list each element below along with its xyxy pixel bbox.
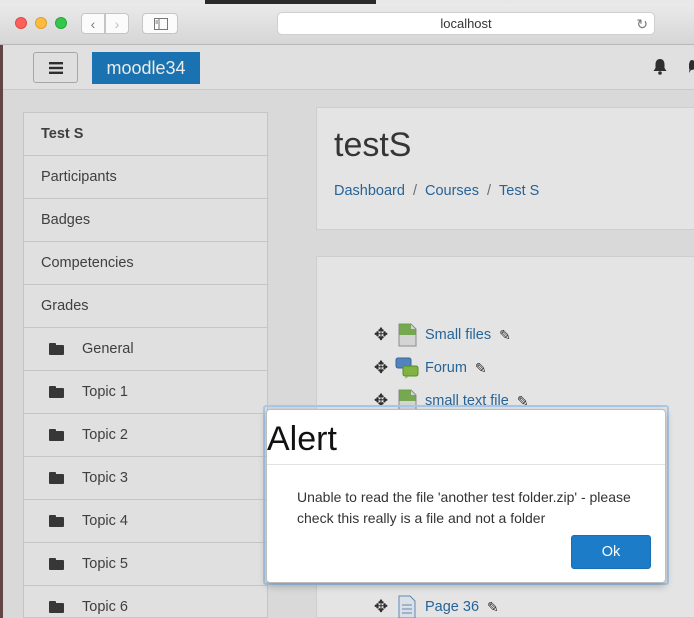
sidebar-icon: [154, 18, 168, 30]
reload-icon[interactable]: ↻: [636, 16, 648, 33]
dialog-divider: [267, 464, 665, 465]
address-bar[interactable]: localhost ↻: [277, 12, 655, 35]
zoom-window-button[interactable]: [55, 17, 67, 29]
close-window-button[interactable]: [15, 17, 27, 29]
dialog-message: Unable to read the file 'another test fo…: [297, 489, 631, 526]
chevron-right-icon: ›: [114, 15, 120, 32]
sidebar-toggle-button[interactable]: [142, 13, 178, 34]
browser-toolbar: ‹ › localhost ↻: [0, 0, 694, 45]
forward-button[interactable]: ›: [105, 13, 129, 34]
ok-button[interactable]: Ok: [571, 535, 651, 569]
tab-strip: [0, 0, 694, 4]
chevron-left-icon: ‹: [90, 15, 96, 32]
url-text: localhost: [440, 16, 492, 31]
dialog-title: Alert: [267, 420, 337, 458]
inactive-tab[interactable]: [205, 0, 376, 4]
alert-dialog: Alert Unable to read the file 'another t…: [266, 409, 666, 583]
back-button[interactable]: ‹: [81, 13, 105, 34]
minimize-window-button[interactable]: [35, 17, 47, 29]
